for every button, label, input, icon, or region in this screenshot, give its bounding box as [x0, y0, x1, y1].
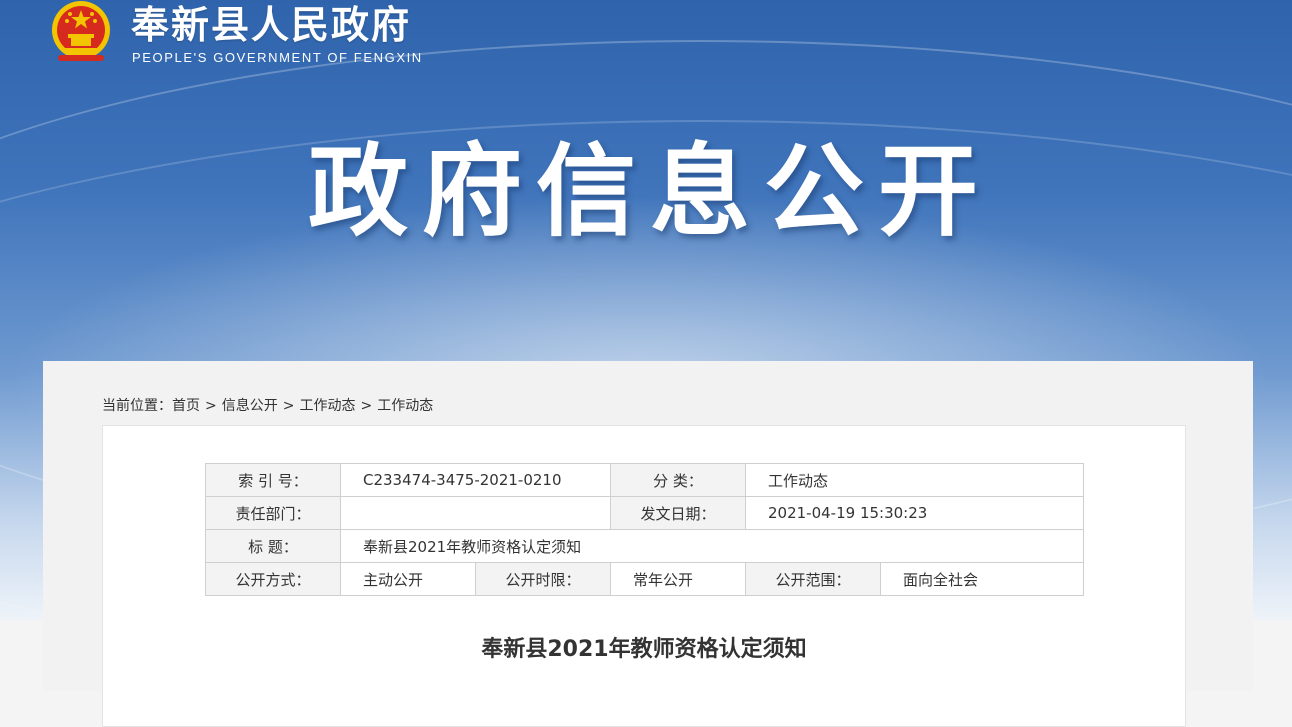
- metadata-table: 索 引 号： C233474-3475-2021-0210 分 类： 工作动态 …: [205, 463, 1084, 596]
- national-emblem-icon[interactable]: [50, 0, 112, 64]
- content-panel: 当前位置：首页 > 信息公开 > 工作动态 > 工作动态 索 引 号： C233474-34…: [43, 361, 1253, 727]
- breadcrumb-prefix: 当前位置：: [102, 398, 172, 414]
- dept-value: [340, 496, 611, 530]
- category-value: 工作动态: [745, 463, 1084, 497]
- date-label: 发文日期：: [610, 496, 746, 530]
- table-row: 责任部门： 发文日期： 2021-04-19 15:30:23: [205, 496, 1084, 530]
- title-label: 标 题：: [205, 529, 341, 563]
- breadcrumb-info-public[interactable]: 信息公开: [222, 398, 278, 414]
- breadcrumb-separator: >: [282, 398, 295, 414]
- mode-value: 主动公开: [340, 562, 476, 596]
- scope-value: 面向全社会: [880, 562, 1084, 596]
- site-subtitle: PEOPLE'S GOVERNMENT OF FENGXIN: [132, 50, 423, 65]
- table-row: 标 题： 奉新县2021年教师资格认定须知: [205, 529, 1084, 563]
- mode-label: 公开方式：: [205, 562, 341, 596]
- breadcrumb: 当前位置：首页 > 信息公开 > 工作动态 > 工作动态: [102, 395, 433, 415]
- breadcrumb-separator: >: [360, 398, 373, 414]
- hero-title: 政府信息公开: [308, 133, 992, 250]
- scope-label: 公开范围：: [745, 562, 881, 596]
- breadcrumb-work-news-current[interactable]: 工作动态: [377, 398, 433, 414]
- breadcrumb-separator: >: [205, 398, 217, 414]
- document-title: 奉新县2021年教师资格认定须知: [481, 637, 807, 662]
- index-value: C233474-3475-2021-0210: [340, 463, 611, 497]
- article-container: 索 引 号： C233474-3475-2021-0210 分 类： 工作动态 …: [102, 425, 1186, 727]
- title-value: 奉新县2021年教师资格认定须知: [340, 529, 1084, 563]
- site-title[interactable]: 奉新县人民政府: [131, 0, 411, 49]
- category-label: 分 类：: [610, 463, 746, 497]
- dept-label: 责任部门：: [205, 496, 341, 530]
- table-row: 索 引 号： C233474-3475-2021-0210 分 类： 工作动态: [205, 463, 1084, 497]
- date-value: 2021-04-19 15:30:23: [745, 496, 1084, 530]
- breadcrumb-home[interactable]: 首页: [172, 398, 200, 414]
- period-label: 公开时限：: [475, 562, 611, 596]
- breadcrumb-work-news[interactable]: 工作动态: [299, 398, 355, 414]
- index-label: 索 引 号：: [205, 463, 341, 497]
- period-value: 常年公开: [610, 562, 746, 596]
- table-row: 公开方式： 主动公开 公开时限： 常年公开 公开范围： 面向全社会: [205, 562, 1084, 596]
